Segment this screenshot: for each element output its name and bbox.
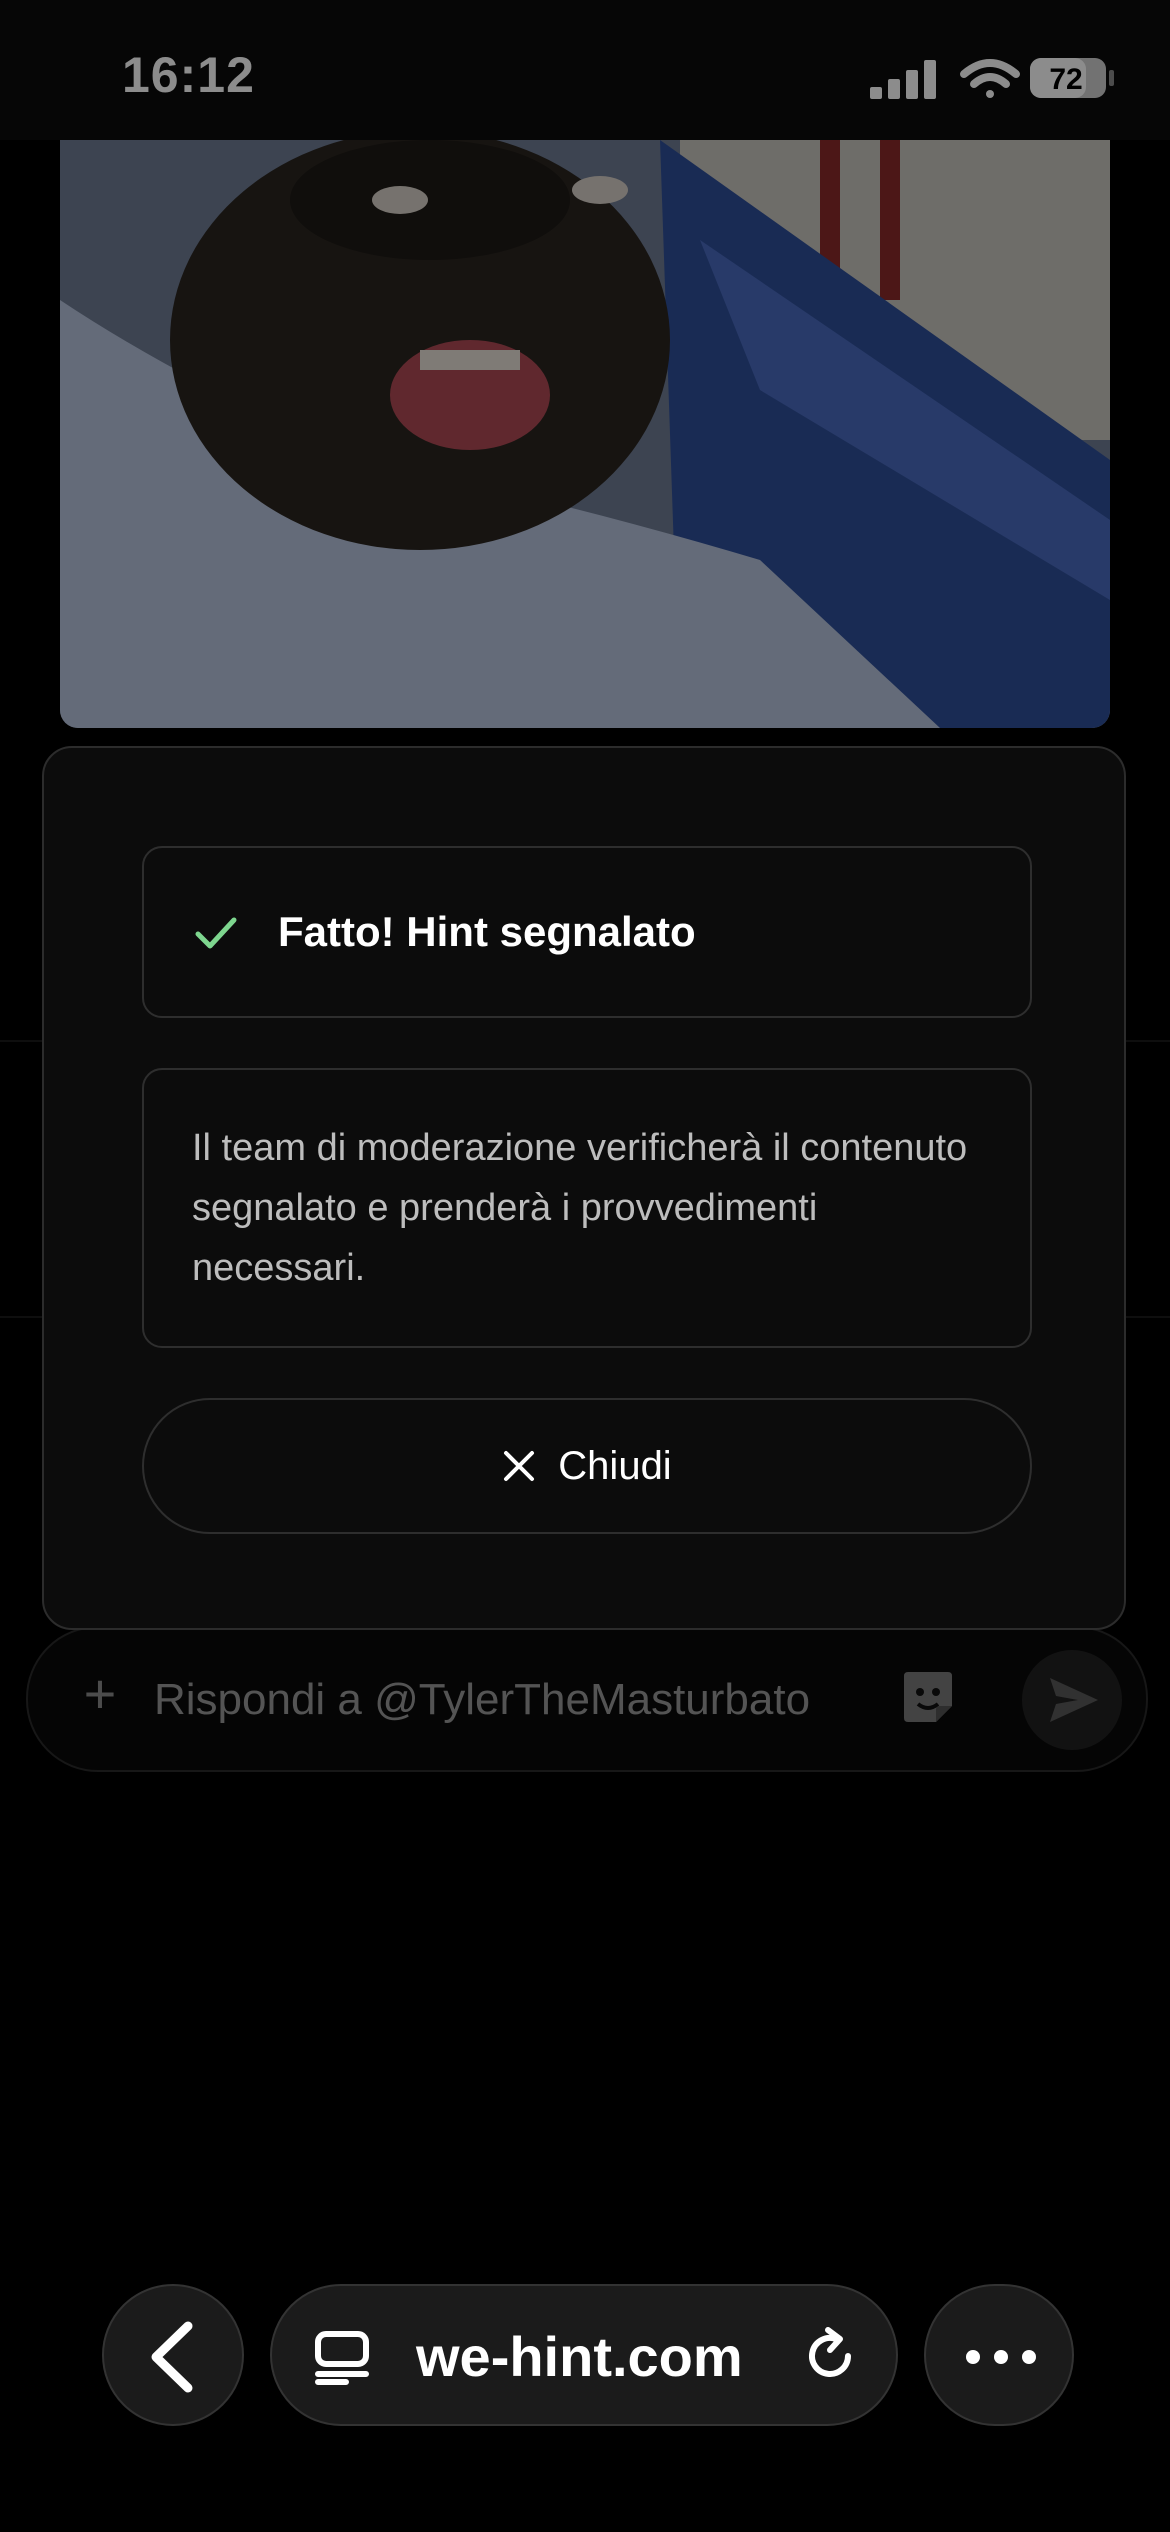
alert-description-box: Il team di moderazione verificherà il co… xyxy=(142,1068,1032,1348)
battery-icon: 72 xyxy=(1030,58,1114,98)
send-button[interactable] xyxy=(1022,1650,1122,1750)
sticker-icon[interactable] xyxy=(896,1666,960,1730)
reply-composer: + xyxy=(26,1626,1148,1772)
alert-title-box: Fatto! Hint segnalato xyxy=(142,846,1032,1018)
reply-input[interactable] xyxy=(154,1670,884,1730)
back-icon xyxy=(151,2321,193,2393)
more-icon xyxy=(966,2350,1036,2364)
more-button[interactable] xyxy=(924,2284,1074,2426)
hint-photo xyxy=(60,140,1110,728)
status-icons: 72 xyxy=(870,0,1170,140)
status-bar: 16:12 72 xyxy=(0,0,1170,140)
alert-description: Il team di moderazione verificherà il co… xyxy=(192,1127,968,1289)
status-time: 16:12 xyxy=(122,47,255,103)
browser-toolbar: we-hint.com xyxy=(0,2260,1170,2460)
address-bar[interactable]: we-hint.com xyxy=(270,2284,898,2426)
battery-level: 72 xyxy=(1049,63,1082,96)
close-button[interactable]: Chiudi xyxy=(142,1398,1032,1534)
wifi-icon xyxy=(960,59,1020,98)
send-icon xyxy=(1050,1678,1098,1722)
close-icon xyxy=(504,1451,535,1481)
back-button[interactable] xyxy=(102,2284,244,2426)
reload-icon[interactable] xyxy=(800,2326,860,2386)
alert-title: Fatto! Hint segnalato xyxy=(278,908,696,955)
signal-icon xyxy=(870,60,936,99)
plus-icon[interactable]: + xyxy=(70,1664,130,1724)
check-icon xyxy=(195,917,237,949)
close-button-label: Chiudi xyxy=(558,1443,672,1488)
address-text[interactable]: we-hint.com xyxy=(416,2324,743,2389)
report-confirmation-dialog: Fatto! Hint segnalato Il team di moderaz… xyxy=(42,746,1126,1630)
screen: 16:12 72 + Rispondi a @TylerTheMasturbat… xyxy=(0,0,1170,2532)
tabs-icon[interactable] xyxy=(312,2330,372,2386)
